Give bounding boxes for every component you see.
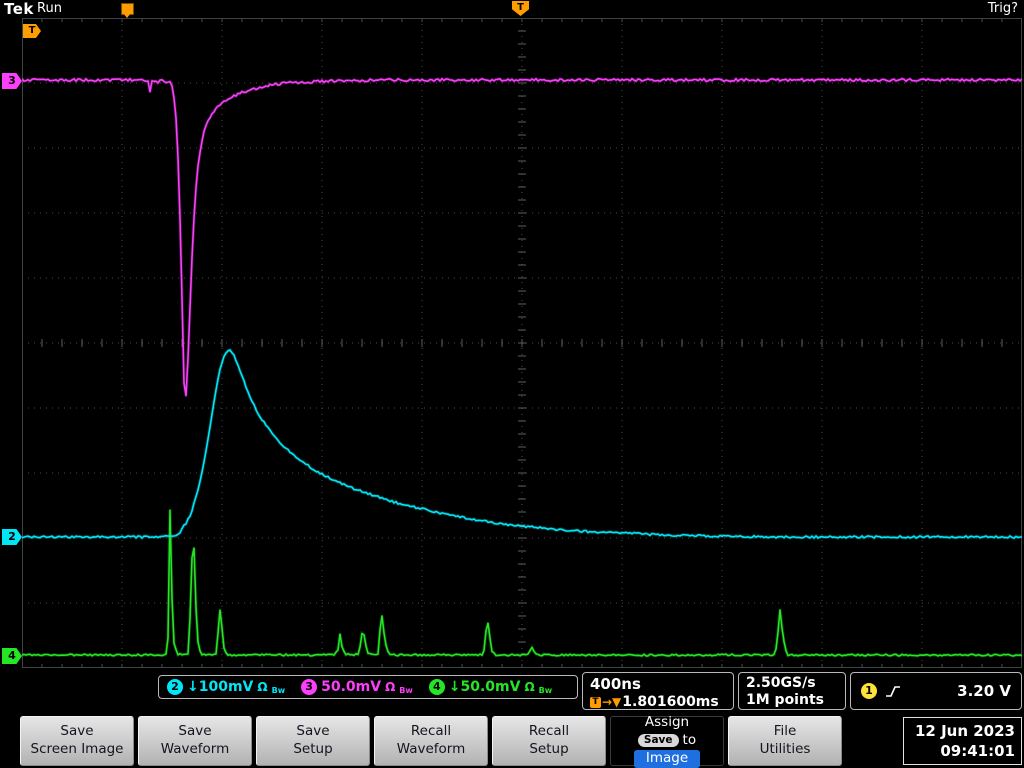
save-setup-button[interactable]: Save Setup — [256, 716, 370, 766]
waveform-svg — [22, 18, 1022, 668]
channel2-badge: 2 — [167, 679, 183, 695]
trigger-status: Trig? — [988, 1, 1018, 16]
button-label: Waveform — [397, 741, 466, 759]
channel2-coupling: Ω — [257, 680, 267, 694]
channel4-position-marker[interactable]: 4 — [2, 648, 22, 664]
save-screen-image-button[interactable]: Save Screen Image — [20, 716, 134, 766]
button-label: File — [774, 723, 797, 741]
button-label: Recall — [529, 723, 569, 741]
channel3-scale: 50.0mV — [321, 679, 381, 695]
save-pill: Save — [638, 734, 679, 747]
waveform-display — [22, 18, 1022, 668]
file-utilities-button[interactable]: File Utilities — [728, 716, 842, 766]
channel4-readout[interactable]: 4 ↓50.0mV Ω Bw — [429, 679, 552, 695]
button-label: Screen Image — [31, 741, 124, 759]
channel-readouts[interactable]: 2 ↓100mV Ω Bw 3 50.0mV Ω Bw 4 ↓50.0mV Ω … — [158, 675, 578, 699]
channel4-scale: ↓50.0mV — [449, 679, 521, 695]
horizontal-readout[interactable]: 400ns T →▼ 1.801600ms — [582, 672, 734, 710]
button-label: Waveform — [161, 741, 230, 759]
recall-setup-button[interactable]: Recall Setup — [492, 716, 606, 766]
expansion-point-marker — [121, 3, 134, 15]
oscilloscope-screen: Tek Run Trig? T T 3 2 4 2 ↓100mV Ω Bw 3 … — [0, 0, 1024, 768]
record-length: 1M points — [746, 692, 838, 709]
expansion-triangle-icon — [123, 13, 131, 18]
channel3-coupling: Ω — [385, 680, 395, 694]
button-label: Save — [296, 723, 329, 741]
channel2-readout[interactable]: 2 ↓100mV Ω Bw — [167, 679, 285, 695]
trigger-t-icon: T — [590, 697, 601, 708]
date-time-display: 12 Jun 2023 09:41:01 — [903, 717, 1022, 765]
recall-waveform-button[interactable]: Recall Waveform — [374, 716, 488, 766]
button-label: Assign — [645, 714, 689, 732]
channel4-coupling: Ω — [524, 680, 534, 694]
assign-row: Save to — [638, 732, 696, 750]
channel3-readout[interactable]: 3 50.0mV Ω Bw — [301, 679, 413, 695]
assign-save-to-image-button[interactable]: Assign Save to Image — [610, 716, 724, 766]
trigger-source-badge: 1 — [861, 683, 877, 699]
channel3-bandwidth-icon: Bw — [399, 686, 413, 695]
button-label: Save — [178, 723, 211, 741]
rising-edge-icon — [885, 684, 901, 698]
button-label: Setup — [293, 741, 332, 759]
acquisition-readout[interactable]: 2.50GS/s 1M points — [738, 672, 846, 710]
trigger-readout[interactable]: 1 3.20 V — [850, 672, 1022, 710]
delay-value: 1.801600ms — [622, 694, 718, 710]
trigger-level-value: 3.20 V — [957, 682, 1011, 700]
acquisition-status: Run — [37, 1, 62, 16]
timebase-value: 400ns — [590, 675, 726, 693]
button-label: Save — [60, 723, 93, 741]
delay-arrow-icon: →▼ — [602, 695, 621, 709]
channel3-position-marker[interactable]: 3 — [2, 73, 22, 89]
channel2-bandwidth-icon: Bw — [272, 686, 286, 695]
date-value: 12 Jun 2023 — [915, 721, 1015, 741]
channel2-scale: ↓100mV — [187, 679, 253, 695]
button-label: Setup — [529, 741, 568, 759]
button-label: Utilities — [760, 741, 811, 759]
tek-logo: Tek — [4, 0, 34, 18]
button-label: Recall — [411, 723, 451, 741]
button-label: to — [683, 732, 697, 750]
sample-rate: 2.50GS/s — [746, 675, 838, 692]
channel2-position-marker[interactable]: 2 — [2, 529, 22, 545]
save-waveform-button[interactable]: Save Waveform — [138, 716, 252, 766]
channel3-badge: 3 — [301, 679, 317, 695]
channel4-bandwidth-icon: Bw — [539, 686, 553, 695]
delay-readout: T →▼ 1.801600ms — [590, 694, 726, 710]
channel4-badge: 4 — [429, 679, 445, 695]
assign-target: Image — [634, 750, 700, 768]
time-value: 09:41:01 — [940, 741, 1015, 761]
